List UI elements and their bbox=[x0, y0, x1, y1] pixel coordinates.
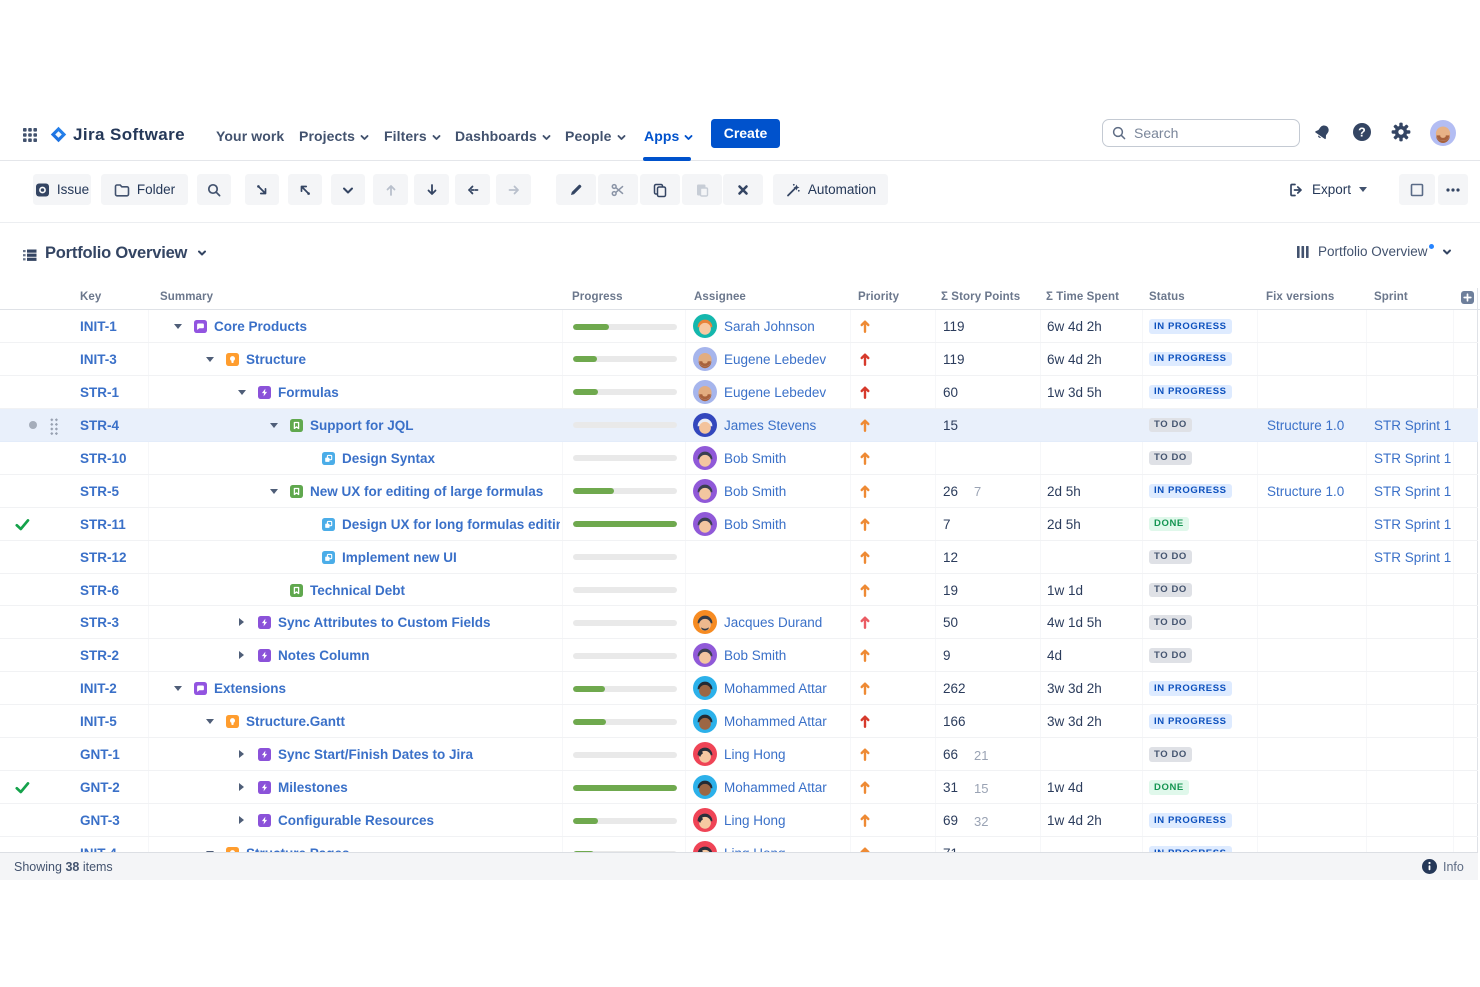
svg-text:?: ? bbox=[1358, 126, 1366, 140]
